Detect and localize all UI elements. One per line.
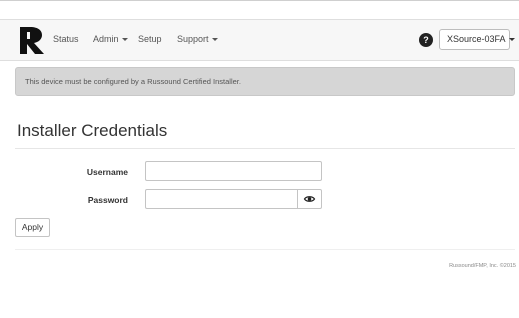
nav-status[interactable]: Status bbox=[53, 34, 79, 44]
installer-alert: This device must be configured by a Russ… bbox=[15, 67, 515, 96]
username-label: Username bbox=[86, 167, 128, 177]
apply-button[interactable]: Apply bbox=[15, 218, 50, 237]
nav-admin-label: Admin bbox=[93, 34, 119, 44]
question-icon[interactable]: ? bbox=[419, 33, 433, 47]
page-title: Installer Credentials bbox=[17, 121, 168, 140]
device-selector-button[interactable]: XSource-03FA bbox=[439, 29, 515, 50]
nav-support-label: Support bbox=[177, 34, 209, 44]
top-navbar: Status Admin Setup Support ? XSource-03F… bbox=[0, 19, 519, 61]
device-selector-label: XSource-03FA bbox=[447, 34, 506, 44]
chevron-down-icon bbox=[508, 38, 515, 42]
nav-support[interactable]: Support bbox=[177, 34, 218, 44]
password-label: Password bbox=[87, 195, 128, 205]
nav-admin[interactable]: Admin bbox=[93, 34, 128, 44]
footer-copyright: Russound/FMP, Inc. ©2015 bbox=[449, 263, 516, 269]
chevron-down-icon bbox=[121, 38, 128, 42]
nav-setup[interactable]: Setup bbox=[138, 34, 162, 44]
show-password-button[interactable] bbox=[297, 189, 322, 209]
password-field[interactable] bbox=[145, 189, 298, 209]
nav-status-label: Status bbox=[53, 34, 79, 44]
chevron-down-icon bbox=[211, 38, 218, 42]
russound-logo[interactable] bbox=[20, 27, 44, 54]
alert-text: This device must be configured by a Russ… bbox=[25, 77, 241, 86]
eye-icon bbox=[303, 196, 316, 202]
footer-divider bbox=[15, 249, 515, 250]
title-divider bbox=[15, 148, 515, 149]
username-field[interactable] bbox=[145, 161, 322, 181]
nav-setup-label: Setup bbox=[138, 34, 162, 44]
